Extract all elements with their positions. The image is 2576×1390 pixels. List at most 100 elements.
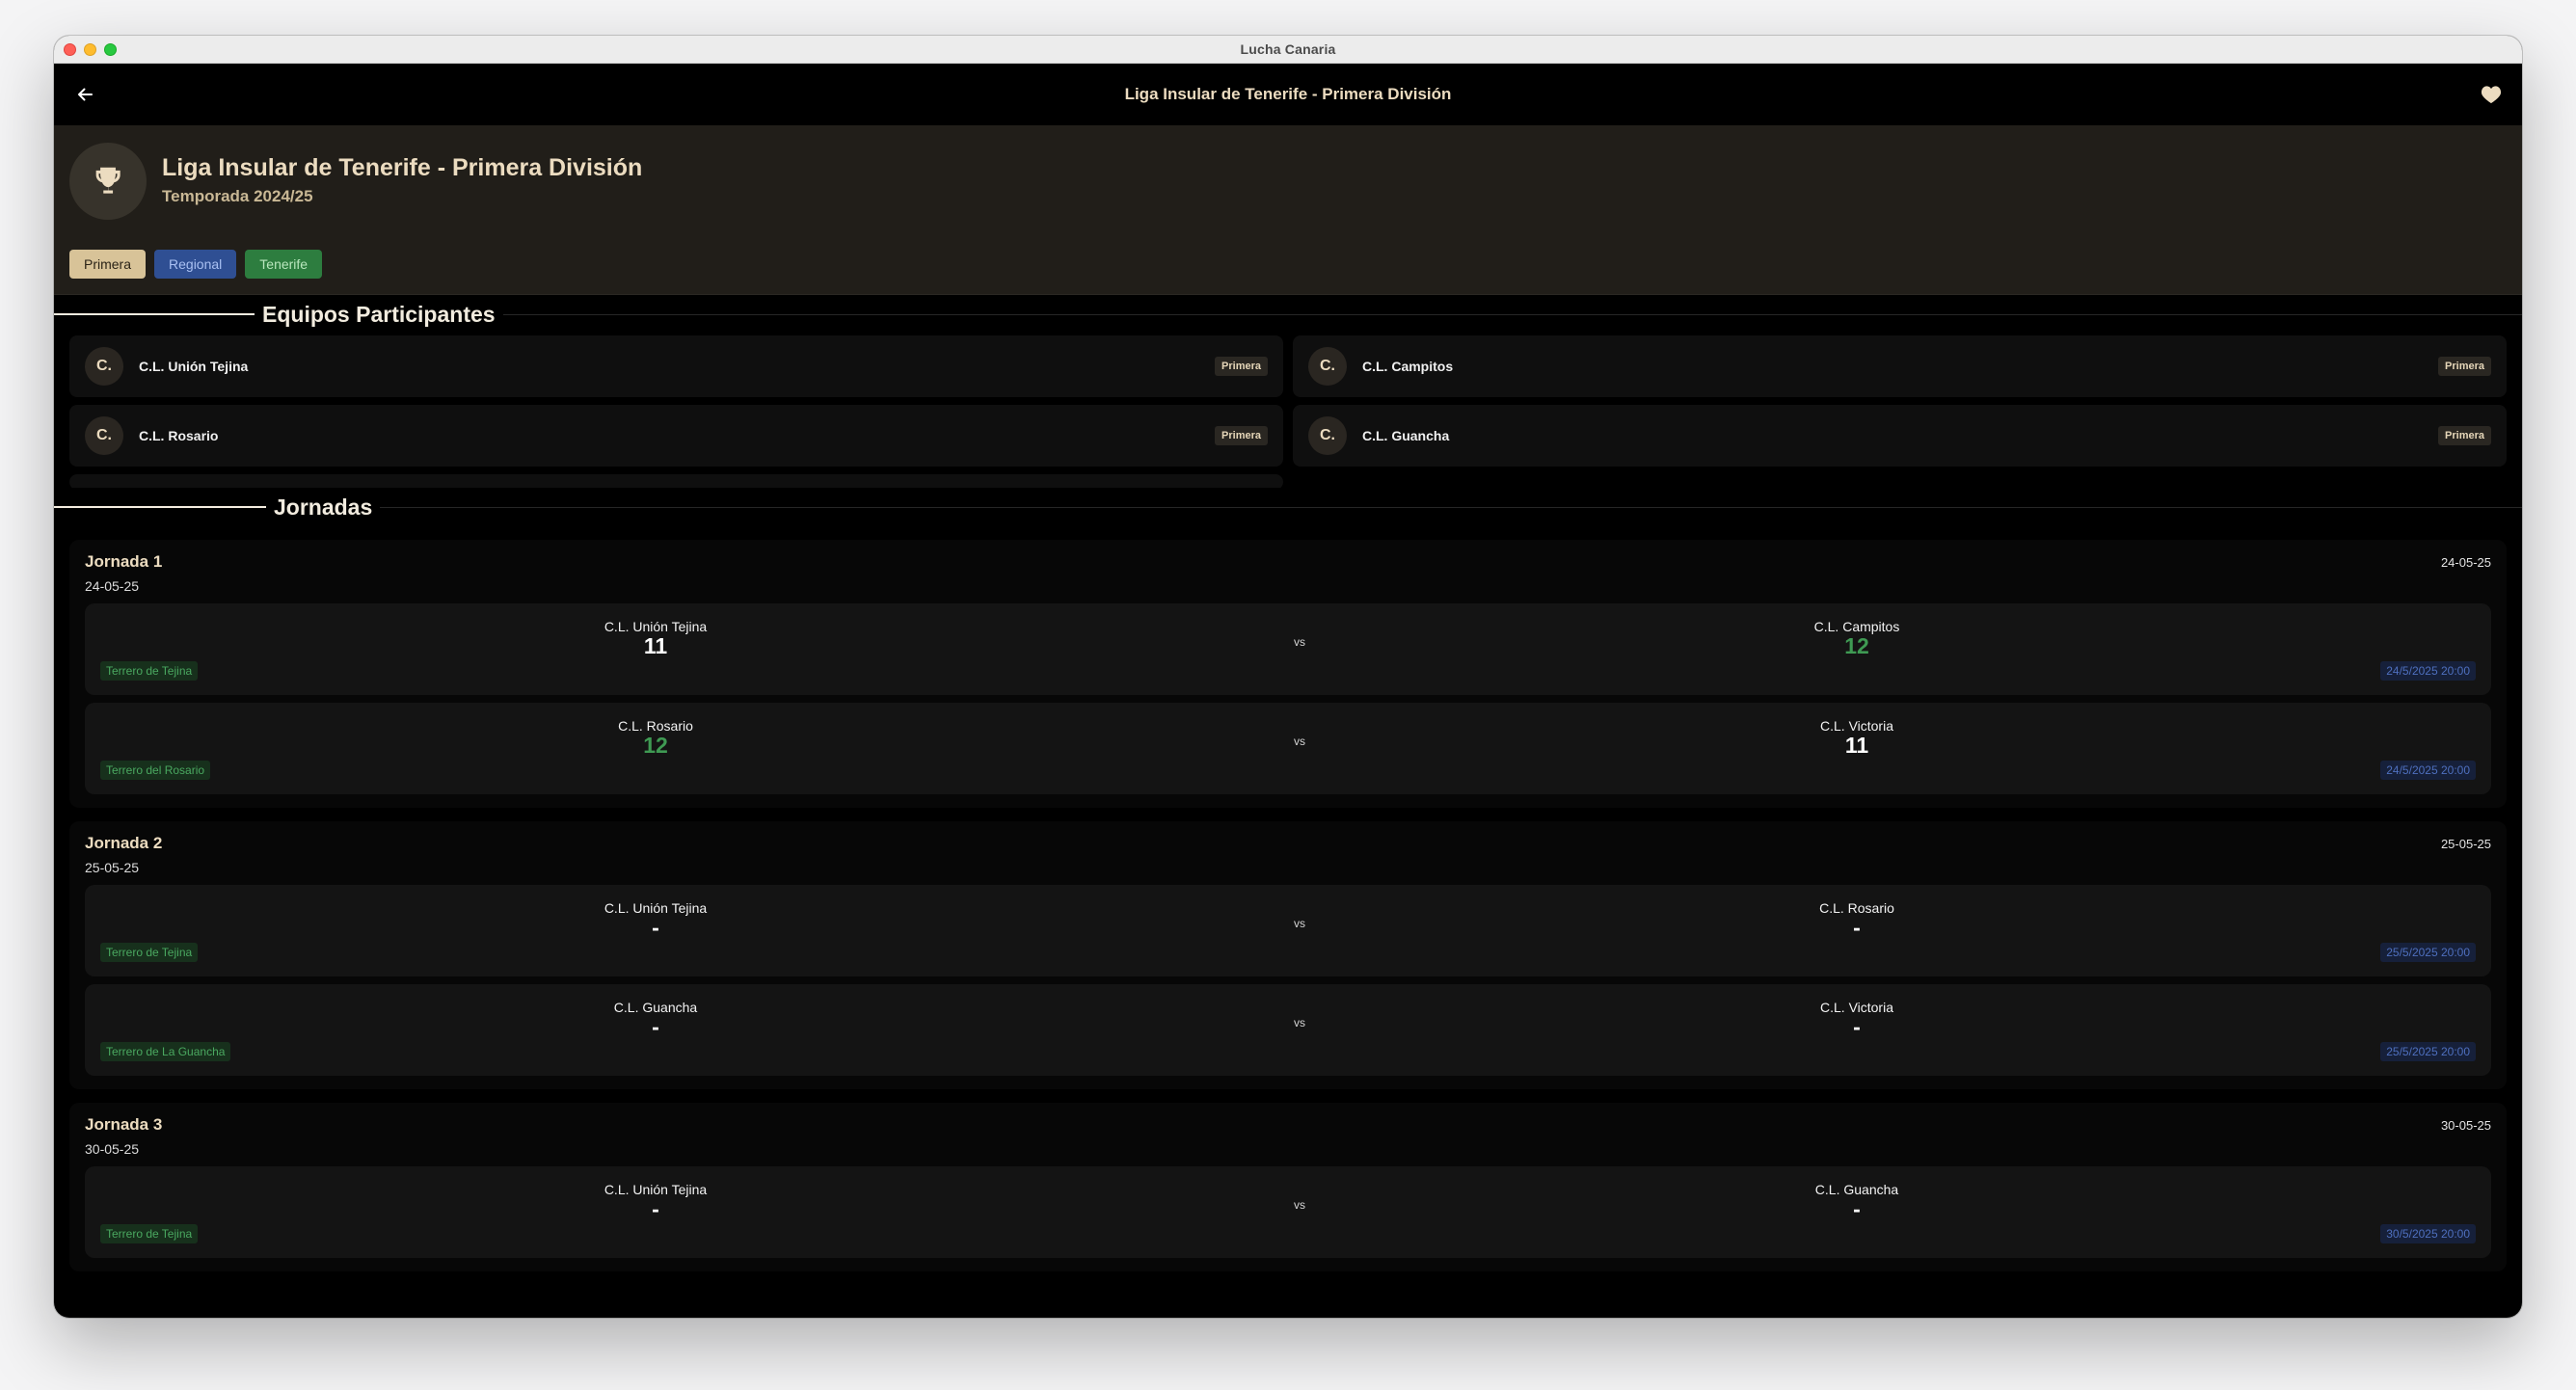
jornada-date: 25-05-25 <box>85 860 140 875</box>
vs-label: vs <box>1294 1016 1305 1029</box>
venue-badge: Terrero de La Guancha <box>100 1042 231 1061</box>
jornada-date-badge: 30-05-25 <box>2440 1117 2491 1133</box>
away-team: C.L. Victoria 11 <box>1664 718 2050 757</box>
home-team-name: C.L. Rosario <box>618 718 693 734</box>
tag-primera[interactable]: Primera <box>69 250 147 279</box>
away-team: C.L. Victoria - <box>1664 1000 2050 1038</box>
away-score: - <box>1853 1196 1861 1221</box>
vs-label: vs <box>1294 917 1305 930</box>
match-card[interactable]: C.L. Unión Tejina - vs C.L. Rosario - Te… <box>85 885 2491 976</box>
team-name: C.L. Guancha <box>1362 428 1450 443</box>
home-team: C.L. Unión Tejina - <box>463 900 848 939</box>
league-tags: Primera Regional Tenerife <box>69 250 323 279</box>
home-team: C.L. Guancha - <box>463 1000 848 1038</box>
venue-badge: Terrero de Tejina <box>100 1224 199 1243</box>
minimize-window-button[interactable] <box>84 43 96 56</box>
section-divider <box>502 313 2522 315</box>
window-titlebar: Lucha Canaria <box>54 36 2522 64</box>
home-score: 12 <box>643 733 668 758</box>
match-datetime-badge: 24/5/2025 20:00 <box>2380 761 2476 780</box>
away-team-name: C.L. Campitos <box>1813 619 1900 634</box>
zoom-window-button[interactable] <box>104 43 117 56</box>
venue-badge: Terrero de Tejina <box>100 943 199 962</box>
team-card[interactable]: C. C.L. Unión Tejina Primera <box>69 335 1283 397</box>
jornada-date-badge: 24-05-25 <box>2440 554 2491 570</box>
heart-icon <box>2481 86 2502 104</box>
team-card[interactable]: C. C.L. Guancha Primera <box>1293 405 2507 467</box>
home-team-name: C.L. Unión Tejina <box>604 900 708 916</box>
back-button[interactable] <box>67 77 102 112</box>
vs-label: vs <box>1294 635 1305 649</box>
trophy-icon <box>95 167 121 194</box>
team-name: C.L. Campitos <box>1362 359 1454 374</box>
match-datetime-badge: 30/5/2025 20:00 <box>2380 1224 2476 1243</box>
match-card[interactable]: C.L. Unión Tejina 11 vs C.L. Campitos 12… <box>85 603 2491 695</box>
venue-badge: Terrero de Tejina <box>100 661 199 681</box>
app-window: Lucha Canaria Liga Insular de Tenerife -… <box>54 36 2522 1318</box>
home-score: 11 <box>643 633 668 658</box>
league-name: Liga Insular de Tenerife - Primera Divis… <box>162 154 643 181</box>
team-card[interactable]: C. C.L. Rosario Primera <box>69 405 1283 467</box>
match-card[interactable]: C.L. Rosario 12 vs C.L. Victoria 11 Terr… <box>85 703 2491 794</box>
away-score: - <box>1853 1014 1861 1039</box>
league-avatar <box>69 143 147 220</box>
match-card[interactable]: C.L. Unión Tejina - vs C.L. Guancha - Te… <box>85 1166 2491 1258</box>
away-team-name: C.L. Victoria <box>1820 1000 1893 1015</box>
league-season: Temporada 2024/25 <box>162 187 313 205</box>
home-score: - <box>652 915 659 940</box>
jornadas-section-header: Jornadas <box>54 488 2522 526</box>
section-title: Jornadas <box>274 494 373 520</box>
jornada-card: Jornada 3 30-05-25 30-05-25 C.L. Unión T… <box>69 1103 2507 1271</box>
home-team: C.L. Rosario 12 <box>463 718 848 757</box>
home-team-name: C.L. Unión Tejina <box>604 1182 708 1197</box>
team-name: C.L. Rosario <box>139 428 219 443</box>
home-score: - <box>652 1196 659 1221</box>
home-team-name: C.L. Guancha <box>613 1000 698 1015</box>
jornada-title: Jornada 2 <box>85 834 163 852</box>
home-team-name: C.L. Unión Tejina <box>604 619 708 634</box>
traffic-lights <box>64 43 117 56</box>
page-title: Liga Insular de Tenerife - Primera Divis… <box>1124 85 1452 103</box>
away-team-name: C.L. Rosario <box>1819 900 1894 916</box>
match-datetime-badge: 25/5/2025 20:00 <box>2380 943 2476 962</box>
tag-regional[interactable]: Regional <box>154 250 237 279</box>
close-window-button[interactable] <box>64 43 76 56</box>
away-team: C.L. Guancha - <box>1664 1182 2050 1220</box>
section-divider <box>380 506 2522 508</box>
team-card[interactable]: C. C.L. Campitos Primera <box>1293 335 2507 397</box>
jornada-title: Jornada 3 <box>85 1115 163 1134</box>
home-team: C.L. Unión Tejina - <box>463 1182 848 1220</box>
team-avatar: C. <box>1308 347 1347 386</box>
section-accent-line <box>54 506 266 508</box>
away-team: C.L. Campitos 12 <box>1664 619 2050 657</box>
away-score: 12 <box>1844 633 1869 658</box>
tag-tenerife[interactable]: Tenerife <box>245 250 323 279</box>
team-avatar: C. <box>85 416 123 455</box>
team-division-badge: Primera <box>2438 357 2491 376</box>
away-team-name: C.L. Guancha <box>1814 1182 1899 1197</box>
match-datetime-badge: 25/5/2025 20:00 <box>2380 1042 2476 1061</box>
vs-label: vs <box>1294 735 1305 748</box>
match-datetime-badge: 24/5/2025 20:00 <box>2380 661 2476 681</box>
section-title: Equipos Participantes <box>262 301 496 327</box>
jornada-date: 30-05-25 <box>85 1141 140 1157</box>
team-name: C.L. Unión Tejina <box>139 359 249 374</box>
jornada-date: 24-05-25 <box>85 578 140 594</box>
venue-badge: Terrero del Rosario <box>100 761 211 780</box>
teams-section-header: Equipos Participantes <box>54 295 2522 334</box>
away-score: 11 <box>1844 733 1869 758</box>
jornada-title: Jornada 1 <box>85 552 163 571</box>
away-team-name: C.L. Victoria <box>1820 718 1893 734</box>
away-score: - <box>1853 915 1861 940</box>
team-division-badge: Primera <box>2438 426 2491 445</box>
team-avatar: C. <box>85 347 123 386</box>
team-card-clipped[interactable] <box>69 474 1283 488</box>
match-card[interactable]: C.L. Guancha - vs C.L. Victoria - Terrer… <box>85 984 2491 1076</box>
section-accent-line <box>54 313 255 315</box>
favorite-button[interactable] <box>2474 77 2509 112</box>
teams-grid: C. C.L. Unión Tejina Primera C. C.L. Cam… <box>54 334 2522 488</box>
jornada-card: Jornada 1 24-05-25 24-05-25 C.L. Unión T… <box>69 540 2507 808</box>
team-division-badge: Primera <box>1215 357 1268 376</box>
vs-label: vs <box>1294 1198 1305 1212</box>
team-division-badge: Primera <box>1215 426 1268 445</box>
